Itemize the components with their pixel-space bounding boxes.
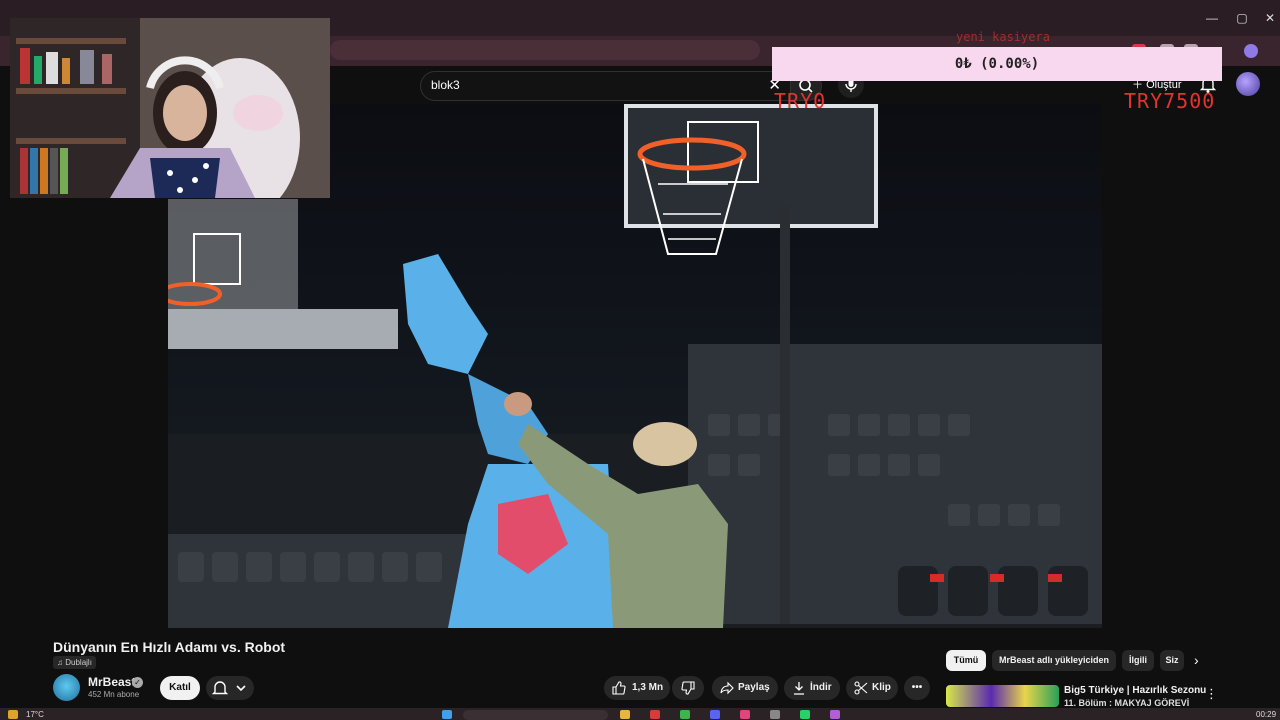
download-label: İndir [810,682,832,693]
like-button[interactable]: 1,3 Mn [604,676,670,700]
streamer-webcam-image [10,18,330,198]
taskbar-search[interactable] [463,710,608,720]
goal-title: yeni kasiyera [956,30,1050,44]
download-icon [794,682,804,695]
search-query: blok3 [431,78,460,92]
subscriber-count: 452 Mn abone [88,690,140,699]
chevron-right-icon[interactable]: › [1194,652,1199,668]
minimize-icon[interactable]: — [1204,10,1220,26]
join-button[interactable]: Katıl [160,676,200,700]
dub-label: Dublajlı [65,658,92,667]
app-icon[interactable] [710,710,720,719]
donation-progress-bar: 0₺ (0.00%) [772,47,1222,81]
app-icon[interactable] [740,710,750,719]
recommendation-title[interactable]: Big5 Türkiye | Hazırlık Sezonu [1064,685,1206,696]
more-icon: ••• [911,682,923,693]
like-count: 1,3 Mn [632,682,664,693]
start-icon[interactable] [442,710,452,719]
video-title: Dünyanın En Hızlı Adamı vs. Robot [53,639,286,655]
browser-icon[interactable] [680,710,690,719]
weather-temperature: 17°C [26,710,44,719]
weather-icon[interactable] [8,710,18,719]
recommendation-subtitle: 11. Bölüm : MAKYAJ GÖREVİ [1064,698,1190,708]
bell-icon [211,681,246,695]
app-icon[interactable] [770,710,780,719]
recommendation-thumbnail[interactable] [946,685,1059,707]
chip-you[interactable]: Siz [1160,650,1184,671]
webcam-overlay [10,18,330,198]
thumbs-down-icon [681,681,695,695]
dub-icon: ♫ [57,658,66,667]
goal-target: TRY7500 [1124,89,1216,113]
chip-related[interactable]: İlgili [1122,650,1154,671]
verified-icon: ✓ [132,677,143,688]
restore-icon[interactable]: ▢ [1234,10,1250,26]
subscription-bell-button[interactable] [206,676,254,700]
chip-from-uploader[interactable]: MrBeast adlı yükleyiciden [992,650,1116,671]
clip-label: Klip [872,682,891,693]
channel-name[interactable]: MrBeast [88,675,135,689]
channel-avatar[interactable] [53,674,80,701]
chip-all[interactable]: Tümü [946,650,986,671]
scissors-icon [854,681,868,695]
app-icon[interactable] [800,710,810,719]
app-icon[interactable] [830,710,840,719]
goal-current: TRY0 [774,89,827,113]
thumbs-up-icon [612,681,626,695]
url-field[interactable] [330,40,760,60]
more-vert-icon[interactable]: ⋮ [1205,686,1218,702]
avatar[interactable] [1236,72,1260,96]
profile-icon[interactable] [1244,44,1258,58]
app-icon[interactable] [650,710,660,719]
dubbed-badge: ♫ Dublajlı [53,656,96,669]
share-icon [720,681,734,695]
windows-taskbar [0,708,1280,720]
share-label: Paylaş [738,682,770,693]
download-button[interactable]: İndir [784,676,840,700]
file-explorer-icon[interactable] [620,710,630,719]
clip-button[interactable]: Klip [846,676,898,700]
dislike-button[interactable] [672,676,704,700]
close-window-icon[interactable]: ✕ [1262,10,1278,26]
more-actions-button[interactable]: ••• [904,676,930,700]
taskbar-clock: 00:29 [1256,710,1277,719]
share-button[interactable]: Paylaş [712,676,778,700]
search-input[interactable]: blok3 ✕ [420,71,792,101]
